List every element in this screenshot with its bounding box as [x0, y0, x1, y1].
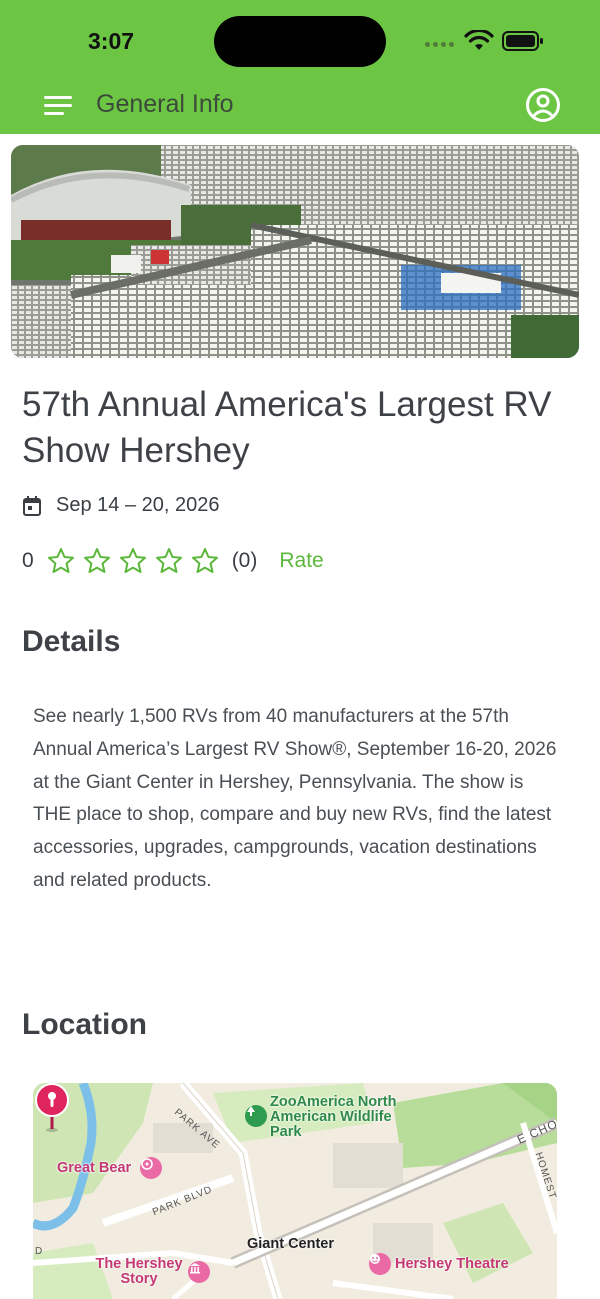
rating-count: (0) [231, 549, 258, 572]
rating-row: 0 (0) Rate [22, 545, 324, 577]
status-time: 3:07 [88, 28, 135, 54]
event-date: Sep 14 – 20, 2026 [56, 494, 220, 516]
map-label-giant-center[interactable]: Giant Center [247, 1237, 334, 1252]
details-description: See nearly 1,500 RVs from 40 manufacture… [33, 706, 557, 891]
star-icon[interactable] [190, 546, 220, 576]
wifi-icon [464, 30, 494, 50]
menu-button[interactable] [38, 88, 78, 122]
map-street-fragment-d: D [35, 1246, 44, 1257]
star-rating[interactable] [46, 546, 220, 576]
profile-icon[interactable] [524, 86, 562, 124]
location-heading: Location [22, 1008, 147, 1041]
calendar-icon [23, 495, 41, 516]
page-title: General Info [96, 90, 234, 118]
map-label-great-bear[interactable]: Great Bear [57, 1161, 131, 1176]
rate-button[interactable]: Rate [279, 549, 323, 573]
star-icon[interactable] [82, 546, 112, 576]
rating-value: 0 [22, 549, 34, 572]
event-date-row: Sep 14 – 20, 2026 [22, 494, 219, 517]
amusement-ride-icon[interactable] [140, 1157, 162, 1179]
cellular-signal-icon [425, 42, 454, 47]
event-hero-image [11, 145, 579, 358]
star-icon[interactable] [154, 546, 184, 576]
event-title: 57th Annual America's Largest RV Show He… [22, 385, 552, 470]
dynamic-island [214, 16, 386, 67]
venue-pin-icon[interactable] [33, 1083, 71, 1133]
zoo-poi-icon[interactable] [245, 1105, 267, 1127]
location-map[interactable]: a D PARK AVE PARK BLVD E CHO HOMEST ZooA… [33, 1083, 557, 1299]
theatre-poi-icon[interactable] [369, 1253, 391, 1275]
map-label-hershey-theatre[interactable]: Hershey Theatre [395, 1257, 509, 1272]
battery-icon [502, 31, 543, 51]
map-label-zooamerica[interactable]: ZooAmerica North American Wildlife Park [270, 1095, 420, 1140]
map-label-hershey-story[interactable]: The Hershey Story [89, 1257, 189, 1287]
app-header: 3:07 General Info [0, 0, 600, 134]
star-icon[interactable] [46, 546, 76, 576]
star-icon[interactable] [118, 546, 148, 576]
museum-poi-icon[interactable] [188, 1261, 210, 1283]
details-heading: Details [22, 625, 121, 658]
